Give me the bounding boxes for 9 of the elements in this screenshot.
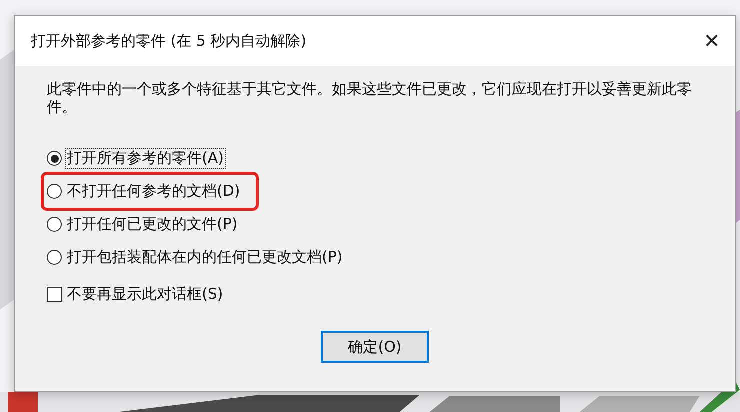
radio-label[interactable]: 不打开任何参考的文档(D)	[65, 181, 242, 202]
radio-label[interactable]: 打开所有参考的零件(A)	[65, 148, 226, 169]
window-title: 打开外部参考的零件 (在 5 秒内自动解除)	[31, 32, 307, 50]
message-text: 此零件中的一个或多个特征基于其它文件。如果这些文件已更改，它们应现在打开以妥善更新此零件。	[47, 80, 693, 116]
radio-label[interactable]: 打开包括装配体在内的任何已更改文档(P)	[65, 247, 345, 268]
close-button[interactable]: ✕	[689, 21, 735, 61]
ok-button[interactable]: 确定(O)	[321, 331, 429, 363]
radio-label[interactable]: 打开任何已更改的文件(P)	[65, 214, 240, 235]
checkbox-label[interactable]: 不要再显示此对话框(S)	[65, 284, 226, 305]
